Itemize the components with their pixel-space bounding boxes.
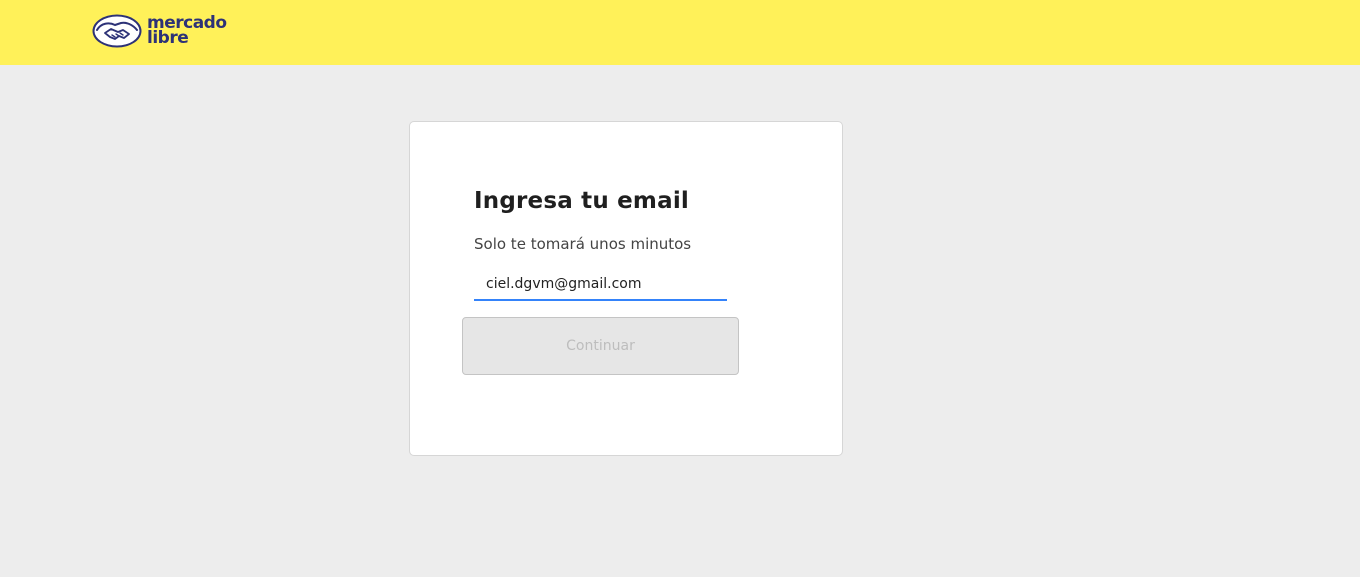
handshake-icon <box>92 14 142 48</box>
top-bar: mercado libre <box>0 0 1360 65</box>
mercado-libre-logo[interactable]: mercado libre <box>91 12 231 50</box>
continue-button[interactable]: Continuar <box>462 317 739 375</box>
page-title: Ingresa tu email <box>474 188 689 214</box>
page-subtitle: Solo te tomará unos minutos <box>474 235 692 253</box>
logo-wordmark: mercado libre <box>147 15 227 48</box>
email-field[interactable] <box>474 268 727 301</box>
email-login-card: Ingresa tu email Solo te tomará unos min… <box>409 121 843 456</box>
logo-text-line2: libre <box>147 28 189 48</box>
